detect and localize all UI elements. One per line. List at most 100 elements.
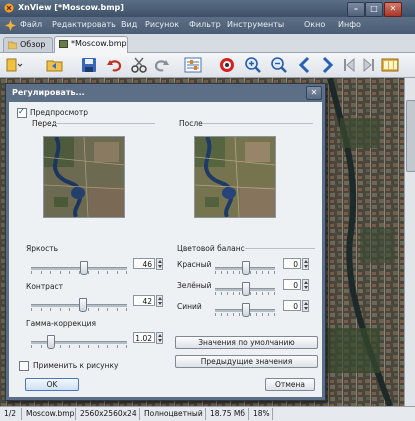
slider-tick <box>221 292 222 295</box>
cancel-button[interactable]: Отмена <box>265 378 315 391</box>
defaults-button[interactable]: Значения по умолчанию <box>175 336 318 349</box>
blue-slider[interactable] <box>215 303 275 317</box>
blue-value[interactable]: 0 <box>283 300 301 311</box>
brightness-value[interactable]: 46 <box>133 258 155 269</box>
menu-tools[interactable]: Инструменты <box>227 20 284 29</box>
color-balance-label: Цветовой баланс <box>177 244 245 253</box>
spin-arrows-icon[interactable] <box>302 258 309 270</box>
status-bar: 1/2 Moscow.bmp 2560x2560x24 Полноцветный… <box>0 406 415 421</box>
status-color-mode: Полноцветный <box>144 409 203 418</box>
zoom-out-icon[interactable] <box>270 56 288 74</box>
previous-values-button[interactable]: Предыдущие значения <box>175 355 318 368</box>
title-bar: XnView [*Moscow.bmp] – □ ✕ <box>0 0 415 17</box>
slider-thumb[interactable] <box>47 335 55 349</box>
slider-tick <box>69 308 70 311</box>
menu-file[interactable]: Файл <box>20 20 42 29</box>
scrollbar-thumb[interactable] <box>406 100 415 172</box>
browse-icon[interactable] <box>46 56 64 74</box>
slider-tick <box>60 345 61 348</box>
status-dims: 2560x2560x24 <box>80 409 137 418</box>
status-separator <box>205 408 206 420</box>
filmstrip-icon[interactable] <box>381 56 399 74</box>
first-icon[interactable] <box>340 56 358 74</box>
color-balance-icon[interactable] <box>218 56 236 74</box>
maximize-button[interactable]: □ <box>365 2 383 17</box>
before-preview-image <box>44 137 124 217</box>
slider-tick <box>69 271 70 274</box>
spin-arrows-icon[interactable] <box>156 295 163 307</box>
red-value[interactable]: 0 <box>283 258 301 269</box>
next-icon[interactable] <box>318 56 336 74</box>
divider <box>53 123 155 124</box>
green-value[interactable]: 0 <box>283 279 301 290</box>
open-dropdown-icon[interactable] <box>5 56 23 74</box>
save-icon[interactable] <box>80 56 98 74</box>
brightness-slider[interactable] <box>31 261 127 275</box>
slider-tick <box>227 271 228 274</box>
slider-tick <box>256 313 257 316</box>
slider-tick <box>262 271 263 274</box>
last-icon[interactable] <box>360 56 378 74</box>
menu-info[interactable]: Инфо <box>338 20 361 29</box>
preview-checkbox[interactable] <box>17 107 27 118</box>
close-window-button[interactable]: ✕ <box>384 2 402 17</box>
green-slider[interactable] <box>215 282 275 296</box>
slider-thumb[interactable] <box>242 282 250 296</box>
red-slider[interactable] <box>215 261 275 275</box>
redo-icon[interactable] <box>152 56 170 74</box>
slider-tick <box>126 308 127 311</box>
cut-icon[interactable] <box>130 56 148 74</box>
spin-arrows-icon[interactable] <box>302 279 309 291</box>
slider-tick <box>233 292 234 295</box>
tab-browser[interactable]: Обзор <box>3 37 53 52</box>
tab-image[interactable]: *Moscow.bmp <box>54 36 128 53</box>
dialog-title: Регулировать... <box>12 88 85 97</box>
slider-tick <box>233 313 234 316</box>
contrast-slider[interactable] <box>31 298 127 312</box>
vertical-scrollbar[interactable] <box>404 78 415 406</box>
slider-tick <box>117 271 118 274</box>
brightness-label: Яркость <box>26 244 59 253</box>
undo-icon[interactable] <box>106 56 124 74</box>
menu-bar: Файл Редактировать Вид Рисунок Фильтр Ин… <box>0 17 415 34</box>
slider-tick <box>239 313 240 316</box>
slider-tick <box>274 292 275 295</box>
slider-tick <box>41 308 42 311</box>
slider-tick <box>50 308 51 311</box>
dialog-close-button[interactable]: ✕ <box>306 86 322 100</box>
spin-arrows-icon[interactable] <box>302 300 309 312</box>
minimize-button[interactable]: – <box>347 2 365 17</box>
app-menu-icon[interactable] <box>5 20 16 31</box>
slider-thumb[interactable] <box>242 303 250 317</box>
preview-label: Предпросмотр <box>30 108 88 117</box>
menu-image[interactable]: Рисунок <box>145 20 179 29</box>
menu-view[interactable]: Вид <box>121 20 137 29</box>
slider-tick <box>126 271 127 274</box>
after-label: После <box>179 119 203 128</box>
gamma-slider[interactable] <box>31 335 127 349</box>
slider-tick <box>215 292 216 295</box>
green-label: Зелёный <box>177 281 212 290</box>
status-page: 1/2 <box>4 409 17 418</box>
previous-icon[interactable] <box>296 56 314 74</box>
slider-thumb[interactable] <box>80 261 88 275</box>
slider-tick <box>262 292 263 295</box>
spin-arrows-icon[interactable] <box>156 332 163 344</box>
menu-edit[interactable]: Редактировать <box>52 20 116 29</box>
ok-button[interactable]: OK <box>25 378 79 391</box>
adjust-icon[interactable] <box>184 56 202 74</box>
contrast-value[interactable]: 42 <box>133 295 155 306</box>
image-tab-icon <box>59 40 68 48</box>
slider-thumb[interactable] <box>79 298 87 312</box>
apply-to-image-checkbox[interactable] <box>19 361 29 371</box>
zoom-in-icon[interactable] <box>244 56 262 74</box>
slider-thumb[interactable] <box>242 261 250 275</box>
menu-window[interactable]: Окно <box>304 20 325 29</box>
slider-tick <box>50 271 51 274</box>
spin-arrows-icon[interactable] <box>156 258 163 270</box>
slider-tick <box>256 292 257 295</box>
after-preview <box>194 136 276 218</box>
slider-tick <box>239 271 240 274</box>
gamma-value[interactable]: 1.02 <box>133 332 155 343</box>
menu-filter[interactable]: Фильтр <box>189 20 221 29</box>
